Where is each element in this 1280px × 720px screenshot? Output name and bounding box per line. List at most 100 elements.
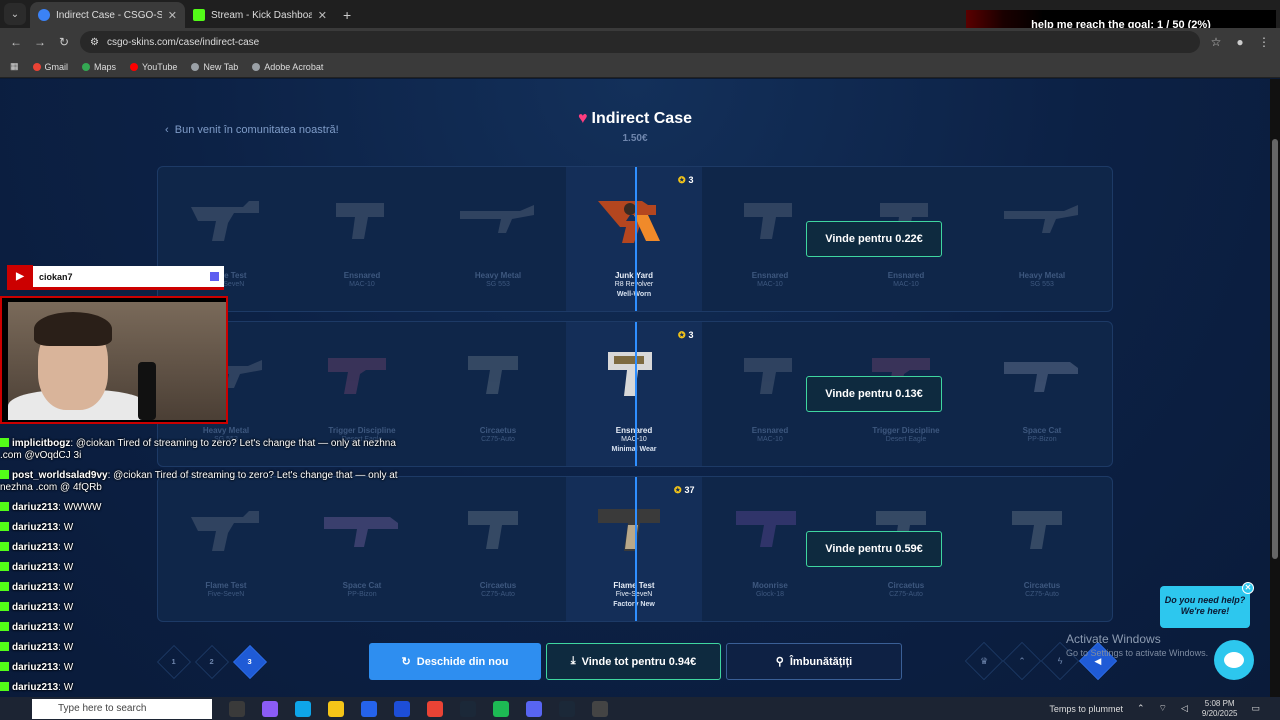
- chat-message: implicitbogz: @ciokan Tired of streaming…: [0, 438, 396, 461]
- bookmark-label: Maps: [94, 61, 117, 72]
- chrome-icon[interactable]: [427, 700, 443, 717]
- close-tab-icon[interactable]: ✕: [318, 9, 327, 22]
- back-link[interactable]: ‹ Bun venit în comunitatea noastră!: [165, 124, 339, 136]
- reload-icon[interactable]: ↻: [56, 35, 72, 49]
- windows-activation-subtitle: Go to Settings to activate Windows.: [1066, 648, 1209, 658]
- url-field[interactable]: ⚙ csgo-skins.com/case/indirect-case: [80, 31, 1200, 53]
- windows-activation-title: Activate Windows: [1066, 632, 1161, 646]
- star-icon: ✪: [678, 330, 686, 340]
- rifle-icon: [458, 189, 538, 245]
- item-name: Ensnared: [343, 271, 381, 280]
- download-icon: ⤓: [570, 655, 576, 667]
- volume-icon[interactable]: ◁: [1181, 703, 1188, 714]
- help-line-2: We're here!: [1180, 606, 1230, 616]
- rank-button[interactable]: ⌃: [1002, 641, 1042, 681]
- weather-text[interactable]: Temps to plummet: [1049, 704, 1123, 714]
- apps-grid-icon[interactable]: ▦: [10, 61, 19, 72]
- discord-icon[interactable]: [526, 700, 542, 717]
- sell-all-button[interactable]: ⤓ Vinde tot pentru 0.94€: [546, 643, 721, 680]
- tray-chevron-icon[interactable]: ⌃: [1137, 703, 1145, 714]
- chat-user: dariuz213: [12, 562, 59, 573]
- close-icon[interactable]: ✕: [1242, 582, 1254, 594]
- menu-dots-icon[interactable]: ⋮: [1256, 35, 1272, 49]
- edge-icon[interactable]: [295, 700, 311, 717]
- tab-kick-dashboard[interactable]: Stream - Kick Dashboard ✕: [185, 2, 335, 28]
- close-tab-icon[interactable]: ✕: [168, 9, 177, 22]
- crown-button[interactable]: ♛: [964, 641, 1004, 681]
- chat-message: dariuz213: W: [0, 542, 400, 554]
- badge-square-icon: [210, 272, 219, 281]
- task-view-icon[interactable]: [229, 700, 245, 717]
- kick-badge-icon: [0, 602, 9, 611]
- clock[interactable]: 5:08 PM 9/20/2025: [1202, 699, 1238, 719]
- notification-icon[interactable]: ▭: [1251, 703, 1260, 714]
- heart-icon: ♥: [578, 110, 588, 127]
- chat-message: dariuz213: W: [0, 662, 400, 674]
- bookmark-youtube[interactable]: YouTube: [130, 62, 177, 72]
- bookmark-adobe-acrobat[interactable]: Adobe Acrobat: [252, 62, 323, 72]
- taskbar-search-box[interactable]: Type here to search: [32, 698, 212, 719]
- csgo-skins-favicon-icon: [38, 9, 50, 21]
- bookmark-star-icon[interactable]: ☆: [1208, 35, 1224, 49]
- tab-indirect-case[interactable]: Indirect Case - CSGO-SKIN ✕: [30, 2, 185, 28]
- chat-user: dariuz213: [12, 582, 59, 593]
- sell-item-button[interactable]: Vinde pentru 0.59€: [806, 531, 942, 567]
- item-weapon: MAC-10: [757, 281, 783, 288]
- support-chat-button[interactable]: [1214, 640, 1254, 680]
- tab-search-dropdown-icon[interactable]: ⌄: [4, 3, 26, 25]
- item-weapon: CZ75-Auto: [889, 591, 923, 598]
- scrollbar-thumb[interactable]: [1272, 139, 1278, 559]
- file-explorer-icon[interactable]: [328, 700, 344, 717]
- pistol-icon: [594, 499, 674, 555]
- mail-icon[interactable]: [394, 700, 410, 717]
- copilot-icon[interactable]: [262, 700, 278, 717]
- youtube-icon: ▶: [7, 264, 33, 289]
- sell-item-button[interactable]: Vinde pentru 0.13€: [806, 376, 942, 412]
- upgrade-button[interactable]: ⚲ Îmbunătățiți: [726, 643, 902, 680]
- star-icon: ✪: [674, 485, 682, 495]
- roulette-row-1: Flame Test Five-SeveN Ensnared MAC-10 Heav…: [157, 166, 1113, 312]
- chat-message: dariuz213: W: [0, 602, 400, 614]
- pistol-icon: [458, 499, 538, 555]
- item-cell-winner: Ensnared MAC-10 Minimal Wear: [566, 322, 702, 466]
- clock-time: 5:08 PM: [1204, 698, 1235, 708]
- gmail-icon: [32, 62, 41, 71]
- chat-text: WWWW: [63, 502, 102, 513]
- case-price: 1.50€: [622, 133, 648, 144]
- steam-icon[interactable]: [460, 700, 476, 717]
- chat-message: dariuz213: W: [0, 562, 400, 574]
- tab-title: Indirect Case - CSGO-SKIN: [56, 9, 162, 21]
- sell-item-button[interactable]: Vinde pentru 0.22€: [806, 221, 942, 257]
- url-text: csgo-skins.com/case/indirect-case: [106, 36, 260, 48]
- back-arrow-icon[interactable]: ←: [8, 35, 24, 49]
- kick-badge-icon: [0, 542, 9, 551]
- forward-arrow-icon[interactable]: →: [32, 35, 48, 49]
- clock-date: 9/20/2025: [1201, 708, 1238, 718]
- steam-icon[interactable]: [559, 700, 575, 717]
- bookmark-gmail[interactable]: Gmail: [32, 62, 68, 72]
- chat-text: W: [63, 602, 74, 613]
- chat-text: W: [63, 562, 74, 573]
- kick-badge-icon: [0, 582, 9, 591]
- chat-text: W: [63, 582, 74, 593]
- roulette-marker: [635, 322, 637, 466]
- item-cell-winner: Junk Yard R8 Revolver Well-Worn: [566, 167, 702, 311]
- new-tab-icon[interactable]: +: [335, 7, 359, 28]
- spotify-icon[interactable]: [493, 700, 509, 717]
- bookmark-new-tab[interactable]: New Tab: [191, 62, 238, 72]
- page-scrollbar[interactable]: [1270, 79, 1280, 697]
- star-count-value: 37: [684, 485, 695, 495]
- site-info-icon[interactable]: ⚙: [90, 37, 99, 48]
- bookmark-maps[interactable]: Maps: [82, 62, 116, 72]
- profile-icon[interactable]: ●: [1232, 35, 1248, 49]
- item-name: Space Cat: [1022, 426, 1062, 435]
- case-title: ♥ Indirect Case: [560, 110, 710, 128]
- store-icon[interactable]: [361, 700, 377, 717]
- kick-badge-icon: [0, 562, 9, 571]
- help-tooltip[interactable]: Do you need help? We're here! ✕: [1160, 582, 1254, 628]
- network-icon[interactable]: ⌔: [1159, 703, 1167, 714]
- pistol-icon: [458, 344, 538, 400]
- smg-icon: [730, 344, 810, 400]
- obs-icon[interactable]: [592, 700, 608, 717]
- chat-user: dariuz213: [12, 622, 59, 633]
